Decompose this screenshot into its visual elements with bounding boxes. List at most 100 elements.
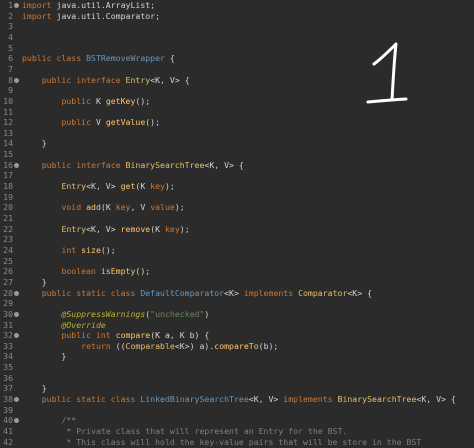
code-line[interactable]: 18 Entry<K, V> get(K key); [0, 181, 474, 192]
code-line[interactable]: 24 int size(); [0, 245, 474, 256]
fold-marker-icon[interactable] [14, 290, 19, 296]
fold-marker-icon[interactable] [14, 77, 19, 83]
line-number: 16 [3, 159, 13, 170]
code-line[interactable]: 16 public interface BinarySearchTree<K, … [0, 160, 474, 171]
code-text: public V getValue(); [22, 117, 160, 128]
code-token: } [22, 276, 47, 287]
code-token: <K> [224, 287, 244, 298]
code-line[interactable]: 20 void add(K key, V value); [0, 202, 474, 213]
code-token: } [22, 383, 47, 394]
fold-marker-icon[interactable] [14, 311, 19, 317]
line-number: 31 [3, 319, 13, 330]
code-text: Entry<K, V> get(K key); [22, 181, 174, 192]
line-number: 25 [3, 255, 13, 266]
code-line[interactable]: 28 public static class DefaultComparator… [0, 288, 474, 299]
code-line[interactable]: 13 [0, 128, 474, 139]
code-line[interactable]: 33 return ((Comparable<K>) a).compareTo(… [0, 341, 474, 352]
code-line[interactable]: 26 boolean isEmpty(); [0, 266, 474, 277]
code-line[interactable]: 32 public int compare(K a, K b) { [0, 330, 474, 341]
code-line[interactable]: 38 public static class LinkedBinarySearc… [0, 394, 474, 405]
line-number: 21 [3, 213, 13, 223]
code-text: public interface BinarySearchTree<K, V> … [22, 160, 244, 171]
code-token: (K [135, 181, 151, 192]
code-line[interactable]: 39 [0, 405, 474, 416]
code-token: (( [115, 340, 126, 351]
fold-marker-icon[interactable] [14, 333, 19, 339]
code-token: key [150, 181, 165, 192]
code-token: void [61, 202, 87, 213]
code-line[interactable]: 41 * Private class that will represent a… [0, 426, 474, 437]
code-token: <K, V> [248, 394, 284, 405]
code-token: <K, V> { [204, 159, 244, 170]
code-token: K [95, 95, 106, 106]
code-line[interactable]: 19 [0, 192, 474, 203]
code-token: ) [204, 308, 210, 319]
code-token: ); [179, 223, 190, 234]
code-line[interactable]: 23 [0, 234, 474, 245]
fold-marker-icon[interactable] [14, 162, 19, 168]
line-number: 40 [3, 415, 13, 426]
code-line[interactable]: 35 [0, 362, 474, 373]
fold-marker-icon[interactable] [14, 3, 19, 8]
code-text: /** [22, 415, 76, 426]
code-line[interactable]: 29 [0, 298, 474, 309]
code-text: } [22, 351, 66, 362]
code-token: public interface [41, 159, 126, 170]
code-token: , V [130, 202, 151, 213]
code-line[interactable]: 1 import java.util.ArrayList; [0, 0, 474, 11]
line-number: 17 [3, 170, 13, 181]
code-token: V [95, 117, 106, 128]
line-number: 13 [3, 127, 13, 138]
code-line[interactable]: 21 [0, 213, 474, 224]
fold-marker-icon[interactable] [14, 418, 19, 424]
code-text: } [22, 383, 47, 394]
line-number: 3 [8, 21, 13, 32]
code-line[interactable]: 15 [0, 149, 474, 160]
code-token: compareTo [214, 340, 259, 351]
code-line[interactable]: 25 [0, 256, 474, 267]
code-token: size [81, 244, 101, 255]
code-line[interactable]: 22 Entry<K, V> remove(K key); [0, 224, 474, 235]
code-token: implements [243, 287, 299, 298]
line-number: 2 [8, 10, 13, 21]
line-number: 7 [8, 63, 13, 74]
code-line[interactable]: 11 [0, 107, 474, 118]
line-number: 41 [3, 426, 13, 436]
code-line[interactable]: 42 * This class will hold the key-value … [0, 437, 474, 448]
line-number: 18 [3, 181, 13, 192]
code-line[interactable]: 34 } [0, 351, 474, 362]
code-line[interactable]: 3 [0, 21, 474, 32]
code-text: public static class LinkedBinarySearchTr… [22, 394, 456, 405]
code-line[interactable]: 40 /** [0, 415, 474, 426]
code-text: return ((Comparable<K>) a).compareTo(b); [22, 341, 278, 352]
line-number: 12 [3, 117, 13, 128]
code-text: } [22, 277, 47, 288]
code-token: isEmpty [100, 266, 136, 277]
code-token: BSTRemoveWrapper [86, 53, 165, 64]
code-token: } [22, 351, 67, 362]
code-line[interactable]: 17 [0, 170, 474, 181]
code-line[interactable]: 30 @SuppressWarnings("unchecked") [0, 309, 474, 320]
code-token: key [164, 223, 180, 234]
code-token: (); [135, 95, 151, 106]
code-line[interactable]: 2 import java.util.Comparator; [0, 11, 474, 22]
code-line[interactable]: 31 @Override [0, 320, 474, 331]
line-number: 39 [3, 404, 13, 415]
code-line[interactable]: 14 } [0, 138, 474, 149]
code-line[interactable]: 37 } [0, 383, 474, 394]
code-text: } [22, 138, 47, 149]
code-line[interactable]: 36 [0, 373, 474, 384]
fold-marker-icon[interactable] [14, 397, 19, 403]
code-token: import [22, 0, 57, 10]
code-line[interactable]: 12 public V getValue(); [0, 117, 474, 128]
code-token: java.util.ArrayList; [56, 0, 156, 10]
code-line[interactable]: 27 } [0, 277, 474, 288]
